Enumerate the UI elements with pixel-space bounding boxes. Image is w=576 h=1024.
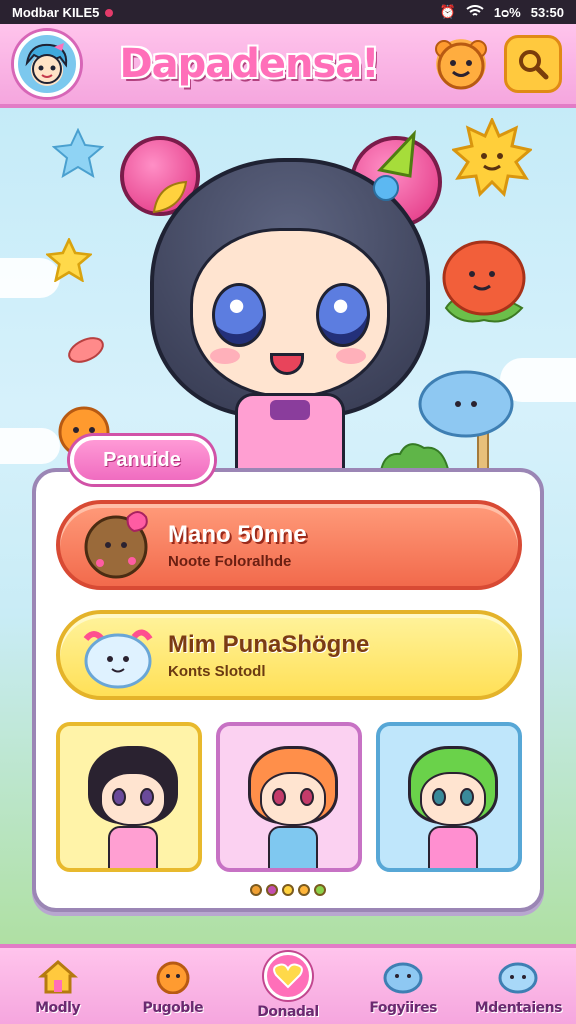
notification-dot-icon <box>105 8 114 17</box>
character-card-1[interactable] <box>56 722 202 872</box>
alarm-icon: ⏰ <box>439 4 456 19</box>
nav-label: Pugoble <box>142 1000 204 1016</box>
card-character-body <box>428 826 478 868</box>
blue-creature-icon <box>381 956 425 996</box>
mode-button-2[interactable]: Mim PunaShögne Konts Slotodl <box>56 610 522 700</box>
cloud-decoration <box>0 428 60 464</box>
mode-1-subtitle: Noote Foloralhde <box>168 552 292 570</box>
page-dot[interactable] <box>298 884 310 896</box>
panel-tab[interactable]: Panuide <box>70 436 214 484</box>
mode-2-subtitle: Konts Slotodl <box>168 662 266 680</box>
nav-label: Mdentaiens <box>474 1000 563 1016</box>
hair-clip-leaf-icon <box>150 178 190 218</box>
card-character-eye <box>432 788 446 806</box>
character-card-2[interactable] <box>216 722 362 872</box>
mode-2-title: Mim PunaShögne <box>168 630 370 658</box>
card-character-face <box>420 772 486 826</box>
candy-icon <box>58 330 114 370</box>
mode-1-title: Mano 50nne <box>168 520 307 548</box>
card-character-body <box>108 826 158 868</box>
card-character-face <box>100 772 166 826</box>
nav-item-pet[interactable]: Pugoble <box>123 956 223 1016</box>
orange-pet-icon <box>151 956 195 996</box>
page-dot[interactable] <box>266 884 278 896</box>
card-character-eye <box>460 788 474 806</box>
nav-item-more[interactable]: Mdentaiens <box>468 956 568 1016</box>
wifi-icon <box>466 4 484 20</box>
profile-avatar[interactable] <box>14 31 80 97</box>
cloud-mascot-icon <box>80 617 156 693</box>
sun-icon <box>452 118 532 198</box>
nav-label: Donadal <box>257 1004 319 1020</box>
character-eye-right <box>316 283 370 347</box>
hero-illustration <box>0 108 576 478</box>
hair-clip-icon <box>370 130 424 210</box>
nav-item-heart[interactable]: Donadal <box>238 952 338 1020</box>
search-button[interactable] <box>504 35 562 93</box>
nav-item-home[interactable]: Modly <box>8 956 108 1016</box>
nav-label: Modly <box>35 1000 81 1016</box>
page-dot[interactable] <box>250 884 262 896</box>
header-bar: Dapadensa! <box>0 24 576 108</box>
character-card-3[interactable] <box>376 722 522 872</box>
card-character-body <box>268 826 318 868</box>
page-indicator[interactable] <box>250 884 326 896</box>
card-character-eye <box>140 788 154 806</box>
status-bar: Modbar KILE5 ⏰ 1ᴑ% 53:50 <box>0 0 576 24</box>
blue-star-icon <box>52 128 104 178</box>
cookie-mascot-icon <box>80 507 156 583</box>
card-character-eye <box>300 788 314 806</box>
mascot-button[interactable] <box>432 35 490 93</box>
nav-label: Fogyiires <box>369 1000 437 1016</box>
time-text: 53:50 <box>530 4 564 20</box>
heart-icon <box>263 952 312 1000</box>
blush-left <box>210 348 240 364</box>
character-eye-left <box>212 283 266 347</box>
cloud-creature-icon <box>496 956 540 996</box>
blush-right <box>336 348 366 364</box>
page-dot[interactable] <box>314 884 326 896</box>
card-character-eye <box>272 788 286 806</box>
character-bow <box>270 400 310 420</box>
home-icon <box>36 956 80 996</box>
card-character-eye <box>112 788 126 806</box>
mode-button-1[interactable]: Mano 50nne Noote Foloralhde <box>56 500 522 590</box>
avatar-face-icon <box>25 43 68 84</box>
yellow-star-icon <box>46 238 92 282</box>
card-character-face <box>260 772 326 826</box>
search-icon <box>519 50 549 80</box>
game-title: Dapadensa! <box>119 41 379 87</box>
battery-text: 1ᴑ% <box>493 4 521 20</box>
nav-item-favorites[interactable]: Fogyiires <box>353 956 453 1016</box>
bottom-nav: Modly Pugoble Donadal Fogyiires Mdentaie… <box>0 944 576 1024</box>
page-dot[interactable] <box>282 884 294 896</box>
mascot-face-icon <box>435 40 487 90</box>
status-left-text: Modbar KILE5 <box>12 4 100 20</box>
strawberry-mascot-icon <box>436 234 532 328</box>
